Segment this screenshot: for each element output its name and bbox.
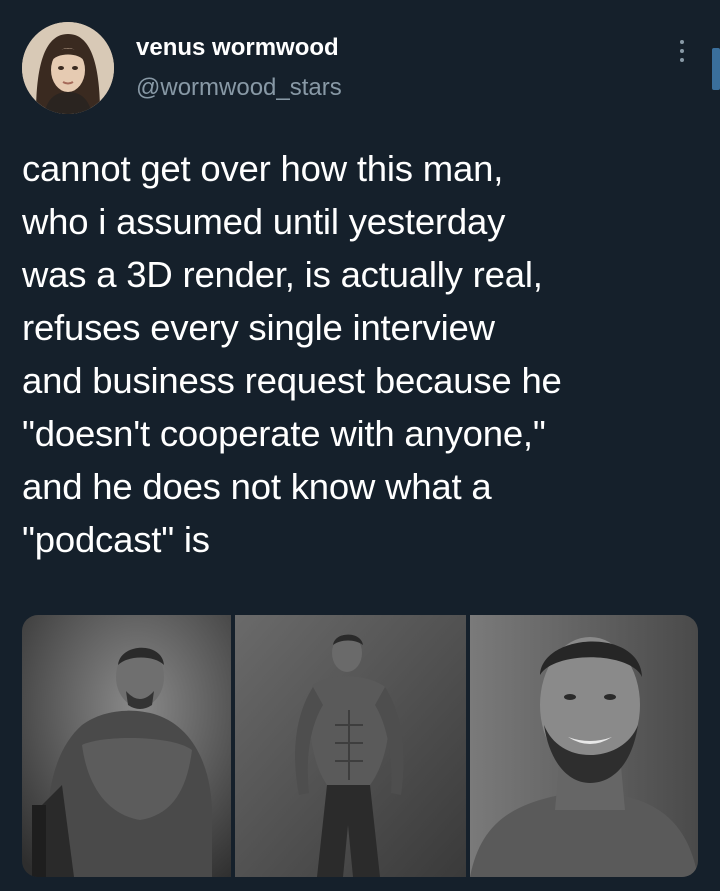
- user-handle[interactable]: @wormwood_stars: [136, 74, 342, 102]
- tweet-card: venus wormwood @wormwood_stars cannot ge…: [0, 0, 720, 891]
- display-name[interactable]: venus wormwood: [136, 34, 342, 62]
- scrollbar-thumb[interactable]: [712, 48, 720, 90]
- tweet-text: cannot get over how this man, who i assu…: [22, 148, 562, 560]
- media-grid: [22, 615, 698, 877]
- more-vertical-icon[interactable]: [674, 40, 690, 70]
- media-photo-smiling[interactable]: [470, 615, 698, 877]
- media-photo-standing[interactable]: [235, 615, 466, 877]
- avatar[interactable]: [22, 22, 114, 114]
- media-photo-seated[interactable]: [22, 615, 231, 877]
- user-names: venus wormwood @wormwood_stars: [136, 34, 342, 102]
- tweet-header: venus wormwood @wormwood_stars: [22, 22, 702, 114]
